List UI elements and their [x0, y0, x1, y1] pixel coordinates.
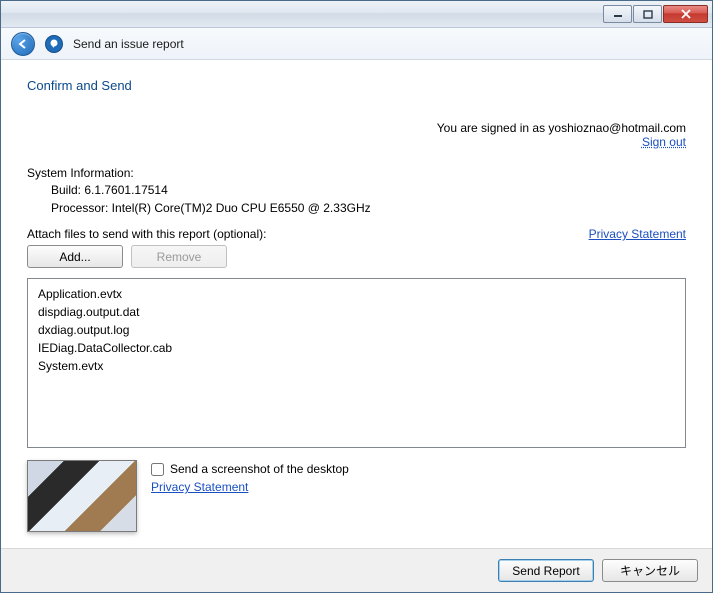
screenshot-checkbox[interactable]: [151, 463, 164, 476]
sign-out-link[interactable]: Sign out: [642, 135, 686, 149]
window-title: Send an issue report: [73, 37, 184, 51]
bubble-icon: [49, 39, 59, 49]
screenshot-section: Send a screenshot of the desktop Privacy…: [27, 460, 686, 532]
file-list-item[interactable]: dispdiag.output.dat: [38, 303, 675, 321]
system-build: Build: 6.1.7601.17514: [27, 182, 686, 199]
attach-label: Attach files to send with this report (o…: [27, 227, 266, 241]
screenshot-checkbox-label: Send a screenshot of the desktop: [170, 462, 349, 476]
maximize-icon: [643, 10, 653, 19]
header-bar: Send an issue report: [1, 28, 712, 60]
minimize-button[interactable]: [603, 5, 632, 23]
screenshot-thumbnail[interactable]: [27, 460, 137, 532]
system-info: System Information: Build: 6.1.7601.1751…: [27, 165, 686, 217]
signed-in-email: yoshioznao@hotmail.com: [548, 121, 686, 135]
minimize-icon: [613, 10, 623, 18]
window: Send an issue report Confirm and Send Yo…: [0, 0, 713, 593]
signin-status: You are signed in as yoshioznao@hotmail.…: [27, 121, 686, 149]
footer: Send Report キャンセル: [1, 548, 712, 592]
maximize-button[interactable]: [633, 5, 662, 23]
back-arrow-icon: [17, 38, 29, 50]
file-list[interactable]: Application.evtxdispdiag.output.datdxdia…: [27, 278, 686, 448]
close-icon: [680, 9, 692, 19]
system-processor: Processor: Intel(R) Core(TM)2 Duo CPU E6…: [27, 200, 686, 217]
app-icon: [45, 35, 63, 53]
titlebar: [1, 1, 712, 28]
file-list-item[interactable]: System.evtx: [38, 357, 675, 375]
attach-header: Attach files to send with this report (o…: [27, 227, 686, 241]
close-button[interactable]: [663, 5, 708, 23]
cancel-button[interactable]: キャンセル: [602, 559, 698, 582]
privacy-link-top[interactable]: Privacy Statement: [589, 227, 686, 241]
screenshot-checkbox-row[interactable]: Send a screenshot of the desktop: [151, 462, 349, 476]
signed-in-text: You are signed in as yoshioznao@hotmail.…: [437, 121, 686, 135]
page-heading: Confirm and Send: [27, 78, 686, 93]
send-report-button[interactable]: Send Report: [498, 559, 594, 582]
system-info-label: System Information:: [27, 165, 686, 182]
remove-button: Remove: [131, 245, 227, 268]
attach-buttons: Add... Remove: [27, 245, 686, 268]
back-button[interactable]: [11, 32, 35, 56]
file-list-item[interactable]: dxdiag.output.log: [38, 321, 675, 339]
file-list-item[interactable]: Application.evtx: [38, 285, 675, 303]
privacy-link-bottom[interactable]: Privacy Statement: [151, 480, 349, 494]
file-list-item[interactable]: IEDiag.DataCollector.cab: [38, 339, 675, 357]
add-button[interactable]: Add...: [27, 245, 123, 268]
content: Confirm and Send You are signed in as yo…: [1, 60, 712, 548]
